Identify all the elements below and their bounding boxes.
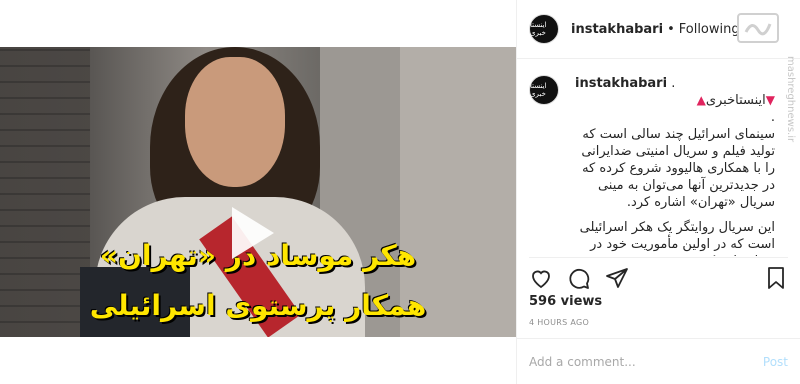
post-sidebar: اینستا خبری instakhabari • Following mas… [516, 0, 800, 384]
video-person-face [185, 57, 285, 187]
caption-title-line: ▼اینستاخبری▲ [575, 92, 775, 109]
red-triangle-down-icon: ▼ [765, 93, 775, 107]
caption-row: اینستا خبری instakhabari . ▼اینستاخبری▲ … [529, 75, 788, 256]
caption-paragraph-1: سینمای اسرائیل چند سالی است که تولید فیل… [581, 127, 775, 210]
media-pane: هکر موساد در «تهران» همکار پرستوی اسرائی… [0, 0, 516, 384]
avatar[interactable]: اینستا خبری [529, 75, 559, 105]
add-comment-bar: Post [517, 338, 800, 384]
heart-icon[interactable] [529, 266, 553, 290]
caption-paragraph-2: این سریال روایتگر یک هکر اسرائیلی است که… [579, 220, 775, 256]
caption-text: instakhabari . ▼اینستاخبری▲ . سینمای اسر… [575, 75, 775, 256]
follow-status-button[interactable]: Following [679, 22, 740, 37]
post-comment-button[interactable]: Post [763, 355, 788, 369]
red-triangle-up-icon: ▲ [696, 93, 706, 107]
comment-icon[interactable] [567, 266, 591, 290]
play-icon[interactable] [232, 207, 274, 259]
video-caption-line2: همکار پرستوی اسرائیلی [89, 289, 427, 322]
view-count[interactable]: 596 views [529, 294, 602, 309]
share-icon[interactable] [605, 266, 629, 290]
caption-title: اینستاخبری [705, 93, 766, 108]
action-bar [529, 257, 788, 297]
news-logo-icon [737, 13, 779, 43]
comment-input[interactable] [529, 354, 763, 369]
caption-dot-line: . [770, 110, 775, 125]
post-timestamp[interactable]: 4 HOURS AGO [529, 318, 589, 327]
caption-username-suffix: . [671, 76, 676, 91]
header-username[interactable]: instakhabari [571, 22, 663, 37]
bookmark-icon[interactable] [764, 266, 788, 290]
caption-area: اینستا خبری instakhabari . ▼اینستاخبری▲ … [517, 59, 800, 256]
avatar[interactable]: اینستا خبری [529, 14, 559, 44]
header-separator: • [667, 21, 675, 37]
video-player[interactable]: هکر موساد در «تهران» همکار پرستوی اسرائی… [0, 47, 516, 337]
caption-username[interactable]: instakhabari [575, 76, 667, 91]
